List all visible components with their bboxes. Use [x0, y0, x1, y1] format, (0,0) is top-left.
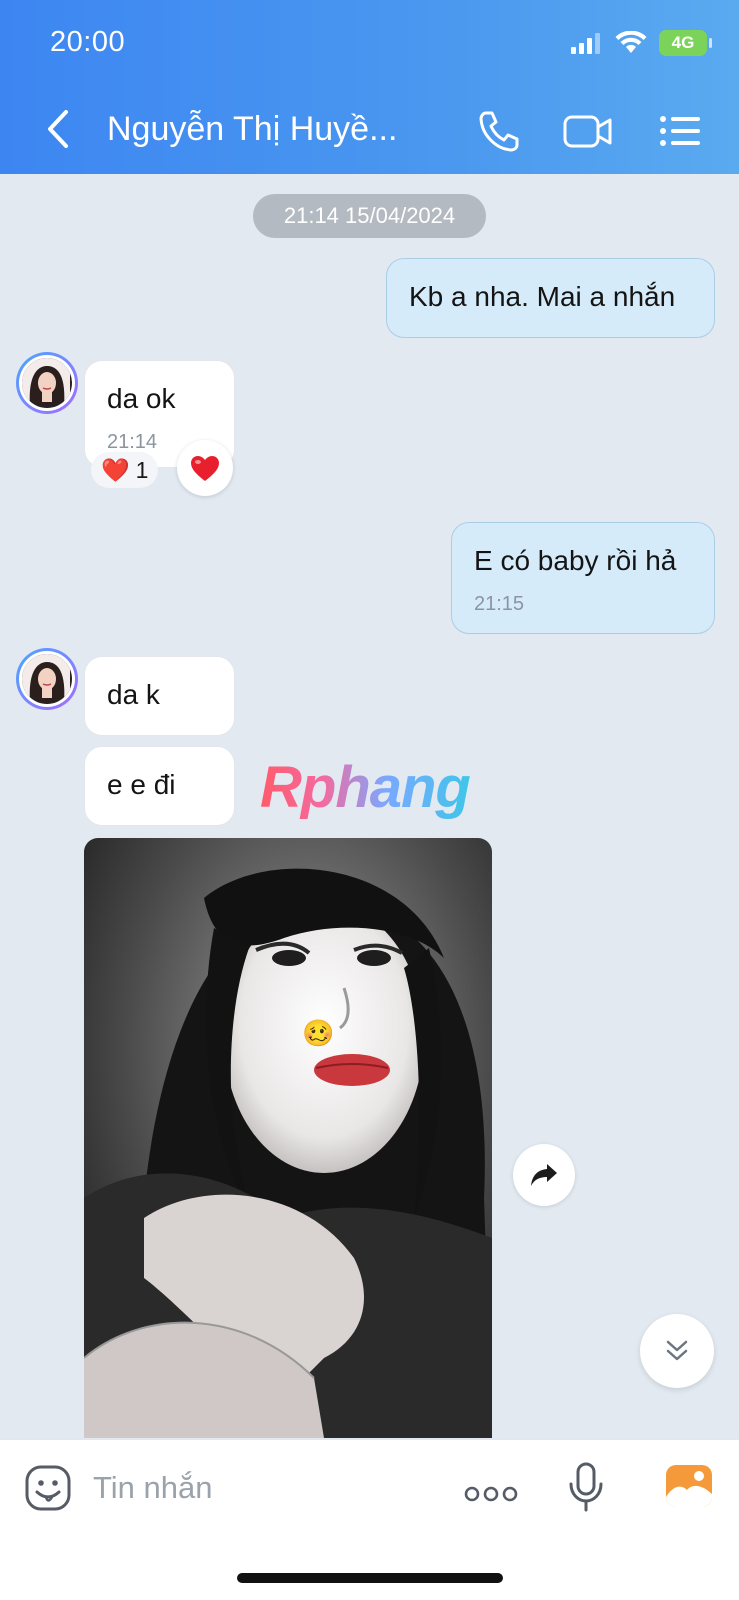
- gallery-icon[interactable]: [665, 1464, 713, 1508]
- status-time: 20:00: [50, 26, 126, 58]
- phone-icon[interactable]: [476, 108, 522, 154]
- scroll-to-bottom-button[interactable]: [640, 1314, 714, 1388]
- reaction-count: 1: [135, 456, 149, 483]
- menu-list-icon[interactable]: [658, 108, 702, 154]
- reaction-summary[interactable]: ❤️ 1: [91, 452, 159, 488]
- message-time: 21:15: [474, 593, 525, 615]
- heart-icon: ❤️: [101, 456, 130, 483]
- forward-button[interactable]: [513, 1144, 575, 1206]
- face-sticker: 🥴: [302, 1018, 335, 1048]
- more-icon[interactable]: [464, 1486, 518, 1502]
- chat-header: 20:00 4G Nguyễn Thị Huyề...: [0, 0, 739, 174]
- message-text: da ok: [107, 383, 176, 414]
- contact-avatar[interactable]: [16, 648, 78, 710]
- avatar-portrait: [22, 654, 70, 702]
- message-bubble-incoming[interactable]: e e đi: [84, 746, 235, 826]
- message-text: E có baby rồi hả: [474, 545, 677, 576]
- back-icon[interactable]: [38, 104, 78, 154]
- signal-icon: [571, 33, 600, 54]
- watermark: Rphang: [260, 755, 471, 820]
- forward-icon: [531, 1164, 557, 1186]
- message-text: da k: [107, 679, 160, 710]
- wifi-icon: [615, 31, 647, 53]
- message-time: 21:14: [107, 431, 158, 453]
- photo-message[interactable]: 🥴: [84, 838, 492, 1438]
- message-bubble-incoming[interactable]: da k: [84, 656, 235, 736]
- photo-image: [84, 838, 492, 1438]
- network-label: 4G: [671, 33, 695, 52]
- message-input[interactable]: Tin nhắn: [93, 1470, 213, 1506]
- avatar-portrait: [22, 358, 70, 406]
- mic-icon[interactable]: [568, 1462, 604, 1512]
- heart-icon: [191, 455, 219, 481]
- message-text: Kb a nha. Mai a nhắn: [409, 281, 676, 312]
- battery-indicator: 4G: [659, 30, 712, 56]
- contact-name[interactable]: Nguyễn Thị Huyề...: [107, 110, 417, 149]
- react-button[interactable]: [177, 440, 233, 496]
- sticker-icon[interactable]: [24, 1464, 72, 1512]
- double-chevron-down-icon: [666, 1340, 688, 1361]
- home-indicator: [237, 1573, 503, 1583]
- message-list[interactable]: 21:14 15/04/2024 Kb a nha. Mai a nhắn da…: [0, 174, 739, 1439]
- message-bubble-outgoing[interactable]: Kb a nha. Mai a nhắn: [386, 258, 715, 338]
- contact-avatar[interactable]: [16, 352, 78, 414]
- message-bubble-outgoing[interactable]: E có baby rồi hả 21:15: [451, 522, 715, 634]
- date-separator: 21:14 15/04/2024: [253, 194, 486, 238]
- video-icon[interactable]: [562, 108, 614, 154]
- message-text: e e đi: [107, 769, 176, 800]
- status-indicators: 4G: [571, 30, 712, 56]
